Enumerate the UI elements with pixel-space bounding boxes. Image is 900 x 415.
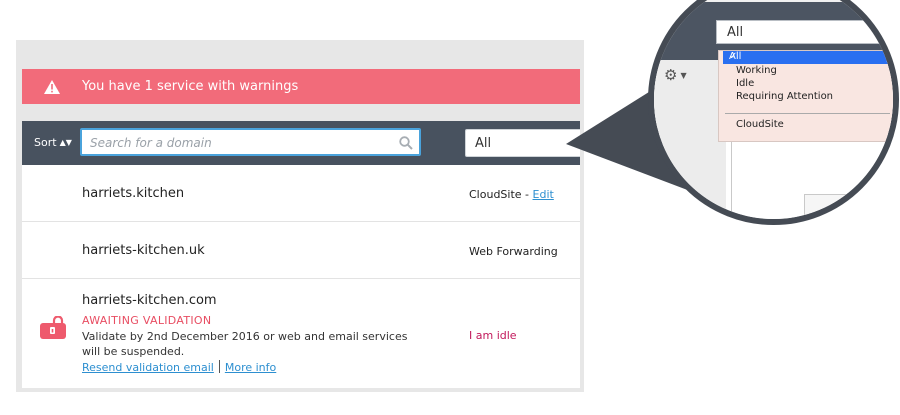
magnifier-lens: All ⚙ ▼ ✓ All Working Idle Requiring Atte…	[648, 0, 899, 225]
dropdown-divider	[725, 113, 890, 114]
zoomed-sidebar	[654, 60, 726, 219]
dropdown-option-requiring-attention[interactable]: Requiring Attention	[736, 91, 833, 102]
zoomed-box	[804, 194, 866, 219]
dropdown-option-cloudsite[interactable]: CloudSite	[736, 119, 784, 130]
dropdown-option-all[interactable]: ✓ All	[723, 51, 893, 64]
dropdown-option-working[interactable]: Working	[736, 65, 777, 76]
zoomed-divider	[731, 140, 732, 219]
zoomed-filter-select[interactable]: All	[716, 20, 893, 44]
gear-icon[interactable]: ⚙ ▼	[664, 66, 687, 84]
zoomed-select-value: All	[727, 25, 744, 40]
dropdown-option-idle[interactable]: Idle	[736, 78, 754, 89]
chevron-down-icon: ▼	[680, 71, 687, 80]
filter-dropdown: ✓ All Working Idle Requiring Attention C…	[718, 50, 893, 142]
option-label: All	[729, 51, 742, 62]
magnifier-content: All ⚙ ▼ ✓ All Working Idle Requiring Atte…	[648, 0, 899, 225]
